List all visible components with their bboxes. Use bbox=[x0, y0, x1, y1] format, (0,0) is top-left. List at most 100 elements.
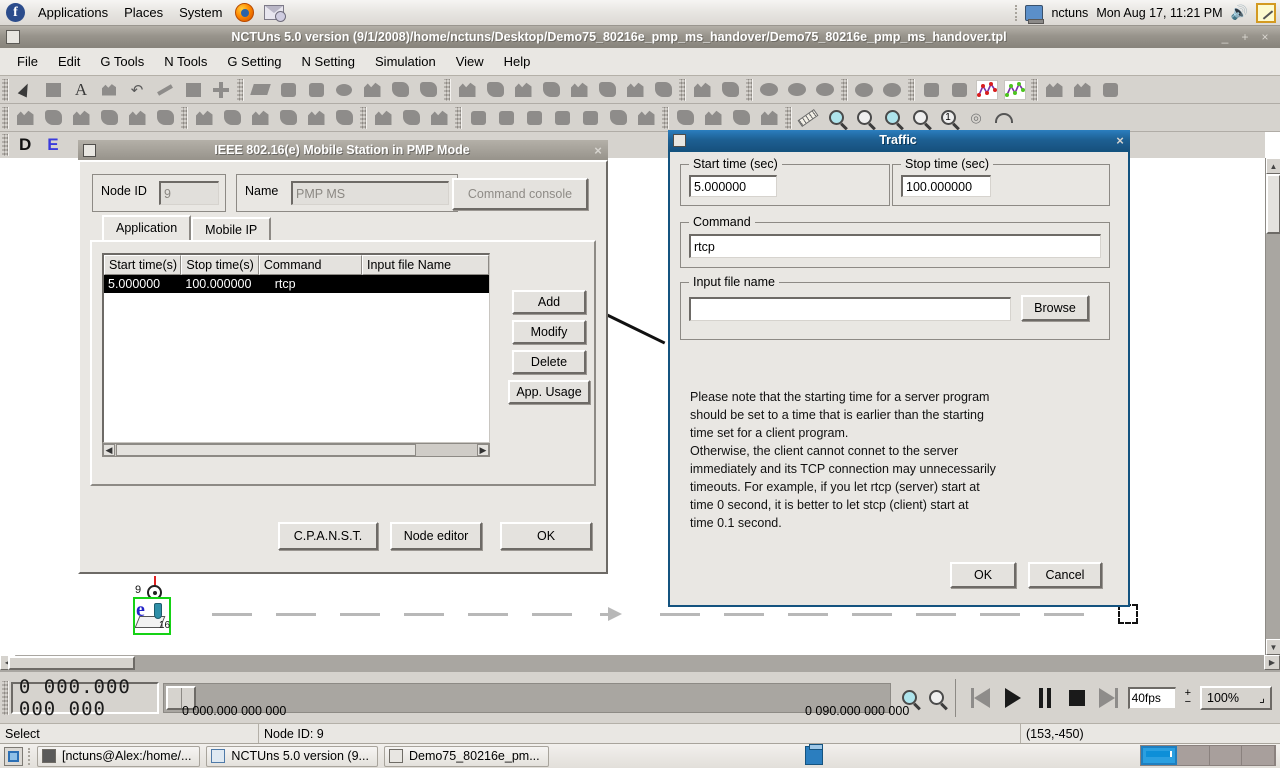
node-icon-22[interactable] bbox=[633, 106, 659, 130]
forward-button[interactable] bbox=[1096, 685, 1122, 711]
modify-button[interactable]: Modify bbox=[512, 320, 586, 344]
traffic-window-menu-icon[interactable] bbox=[673, 133, 686, 147]
fps-stepper[interactable]: + − bbox=[1182, 687, 1194, 707]
obstacle-icon[interactable] bbox=[650, 78, 676, 102]
node-icon-16[interactable] bbox=[465, 106, 491, 130]
node-icon-17[interactable] bbox=[493, 106, 519, 130]
mobile-station-dialog[interactable]: IEEE 802.16(e) Mobile Station in PMP Mod… bbox=[78, 140, 608, 574]
toolbar-grip[interactable] bbox=[2, 78, 9, 101]
workspace-3[interactable] bbox=[1210, 746, 1243, 765]
rectangle-icon[interactable] bbox=[40, 78, 66, 102]
menu-system[interactable]: System bbox=[176, 3, 225, 22]
fps-minus[interactable]: − bbox=[1185, 696, 1191, 707]
node-icon-10[interactable] bbox=[275, 106, 301, 130]
table-hscroll-thumb[interactable] bbox=[116, 444, 416, 456]
node-icon-11[interactable] bbox=[303, 106, 329, 130]
crosshair-icon[interactable] bbox=[208, 78, 234, 102]
ms-dialog-titlebar[interactable]: IEEE 802.16(e) Mobile Station in PMP Mod… bbox=[78, 140, 608, 160]
node-icon-3[interactable] bbox=[68, 106, 94, 130]
plot-green-icon[interactable] bbox=[1002, 78, 1028, 102]
menu-applications[interactable]: Applications bbox=[35, 3, 111, 22]
node-icon-6[interactable] bbox=[152, 106, 178, 130]
cloud2-icon[interactable] bbox=[784, 78, 810, 102]
node-pmp-ms[interactable]: 9 e 16 bbox=[132, 576, 192, 638]
node-icon-21[interactable] bbox=[605, 106, 631, 130]
subnet-icon[interactable] bbox=[454, 78, 480, 102]
node-icon-15[interactable] bbox=[426, 106, 452, 130]
menubar-n-tools[interactable]: N Tools bbox=[155, 51, 216, 72]
delete-button[interactable]: Delete bbox=[512, 350, 586, 374]
traffic-dialog[interactable]: Traffic × Start time (sec) 5.000000 Stop… bbox=[668, 130, 1130, 607]
name-input[interactable]: PMP MS bbox=[291, 181, 449, 205]
mode-bar-grip[interactable] bbox=[2, 134, 9, 156]
mobile-node-icon[interactable] bbox=[538, 78, 564, 102]
zoom-in-icon[interactable] bbox=[822, 106, 850, 130]
select-arrow-icon[interactable] bbox=[12, 78, 38, 102]
ap-icon[interactable] bbox=[566, 78, 592, 102]
toolbar2-grip-4[interactable] bbox=[455, 106, 462, 129]
workspace-4[interactable] bbox=[1242, 746, 1275, 765]
stop-button[interactable] bbox=[1064, 685, 1090, 711]
hub-icon[interactable] bbox=[415, 78, 441, 102]
app-titlebar[interactable]: NCTUns 5.0 version (9/1/2008)/home/nctun… bbox=[0, 26, 1280, 48]
table-row[interactable]: 5.000000 100.000000 rtcp bbox=[104, 275, 489, 293]
canvas-horizontal-scrollbar[interactable]: ◀ ▶ bbox=[0, 655, 1280, 672]
node-icon-2[interactable] bbox=[40, 106, 66, 130]
ms-window-menu-icon[interactable] bbox=[83, 143, 96, 157]
traffic-dialog-titlebar[interactable]: Traffic × bbox=[668, 130, 1130, 150]
volume-icon[interactable]: 🔊 bbox=[1231, 4, 1248, 21]
node-icon-7[interactable] bbox=[191, 106, 217, 130]
toolbar2-grip[interactable] bbox=[2, 106, 9, 129]
sensor-icon[interactable] bbox=[622, 78, 648, 102]
tab-mobile-ip[interactable]: Mobile IP bbox=[191, 217, 272, 242]
hscroll-thumb[interactable] bbox=[8, 656, 135, 670]
minimize-button[interactable]: _ bbox=[1218, 30, 1232, 44]
cloud3-icon[interactable] bbox=[812, 78, 838, 102]
toolbar-grip-2[interactable] bbox=[237, 78, 244, 101]
column-stop-time[interactable]: Stop time(s) bbox=[181, 255, 259, 275]
zoom-one-icon[interactable]: 1 bbox=[934, 106, 962, 130]
play-button[interactable] bbox=[1000, 685, 1026, 711]
base-station-icon[interactable] bbox=[717, 78, 743, 102]
table-horizontal-scrollbar[interactable]: ◀ ▶ bbox=[102, 443, 490, 457]
chevron-down-icon[interactable]: ⌟ bbox=[1259, 690, 1265, 705]
node-icon-1[interactable] bbox=[12, 106, 38, 130]
antenna-icon[interactable] bbox=[594, 78, 620, 102]
vscroll-thumb[interactable] bbox=[1266, 174, 1280, 234]
node-icon-23[interactable] bbox=[672, 106, 698, 130]
node-icon-5[interactable] bbox=[124, 106, 150, 130]
node-icon-18[interactable] bbox=[521, 106, 547, 130]
node-editor-button[interactable]: Node editor bbox=[390, 522, 482, 550]
hscroll-right-button[interactable]: ▶ bbox=[1264, 655, 1280, 670]
node-icon-8[interactable] bbox=[219, 106, 245, 130]
plot-red-icon[interactable] bbox=[974, 78, 1000, 102]
notepad-icon[interactable] bbox=[1256, 2, 1276, 23]
toolbar2-grip-3[interactable] bbox=[360, 106, 367, 129]
ellipse-node-icon[interactable] bbox=[331, 78, 357, 102]
switch-icon[interactable] bbox=[387, 78, 413, 102]
toolbar-grip-3[interactable] bbox=[444, 78, 451, 101]
app-usage-button[interactable]: App. Usage bbox=[508, 380, 590, 404]
add-button[interactable]: Add bbox=[512, 290, 586, 314]
tab-application[interactable]: Application bbox=[102, 215, 192, 242]
path-endpoint-marker[interactable] bbox=[1118, 604, 1138, 624]
ellipse-gray2-icon[interactable] bbox=[879, 78, 905, 102]
workspace-switcher[interactable] bbox=[1140, 745, 1276, 766]
scroll-down-button[interactable]: ▼ bbox=[1266, 639, 1280, 655]
toolbar-grip-4[interactable] bbox=[679, 78, 686, 101]
ms-ok-button[interactable]: OK bbox=[500, 522, 592, 550]
input-file-input[interactable] bbox=[689, 297, 1011, 321]
column-input-file[interactable]: Input file Name bbox=[362, 255, 489, 275]
node-icon-4[interactable] bbox=[96, 106, 122, 130]
table-scroll-right-button[interactable]: ▶ bbox=[477, 444, 489, 456]
ms-close-icon[interactable]: × bbox=[588, 143, 608, 158]
node-icon-12[interactable] bbox=[331, 106, 357, 130]
rewind-button[interactable] bbox=[968, 685, 994, 711]
zoom-fit-icon[interactable] bbox=[878, 106, 906, 130]
menubar-view[interactable]: View bbox=[447, 51, 493, 72]
zoom-reset-icon[interactable] bbox=[906, 106, 934, 130]
shape-c-icon[interactable] bbox=[1097, 78, 1123, 102]
show-desktop-icon[interactable] bbox=[4, 746, 23, 766]
shape-a-icon[interactable] bbox=[1041, 78, 1067, 102]
traffic-close-icon[interactable]: × bbox=[1110, 133, 1130, 148]
